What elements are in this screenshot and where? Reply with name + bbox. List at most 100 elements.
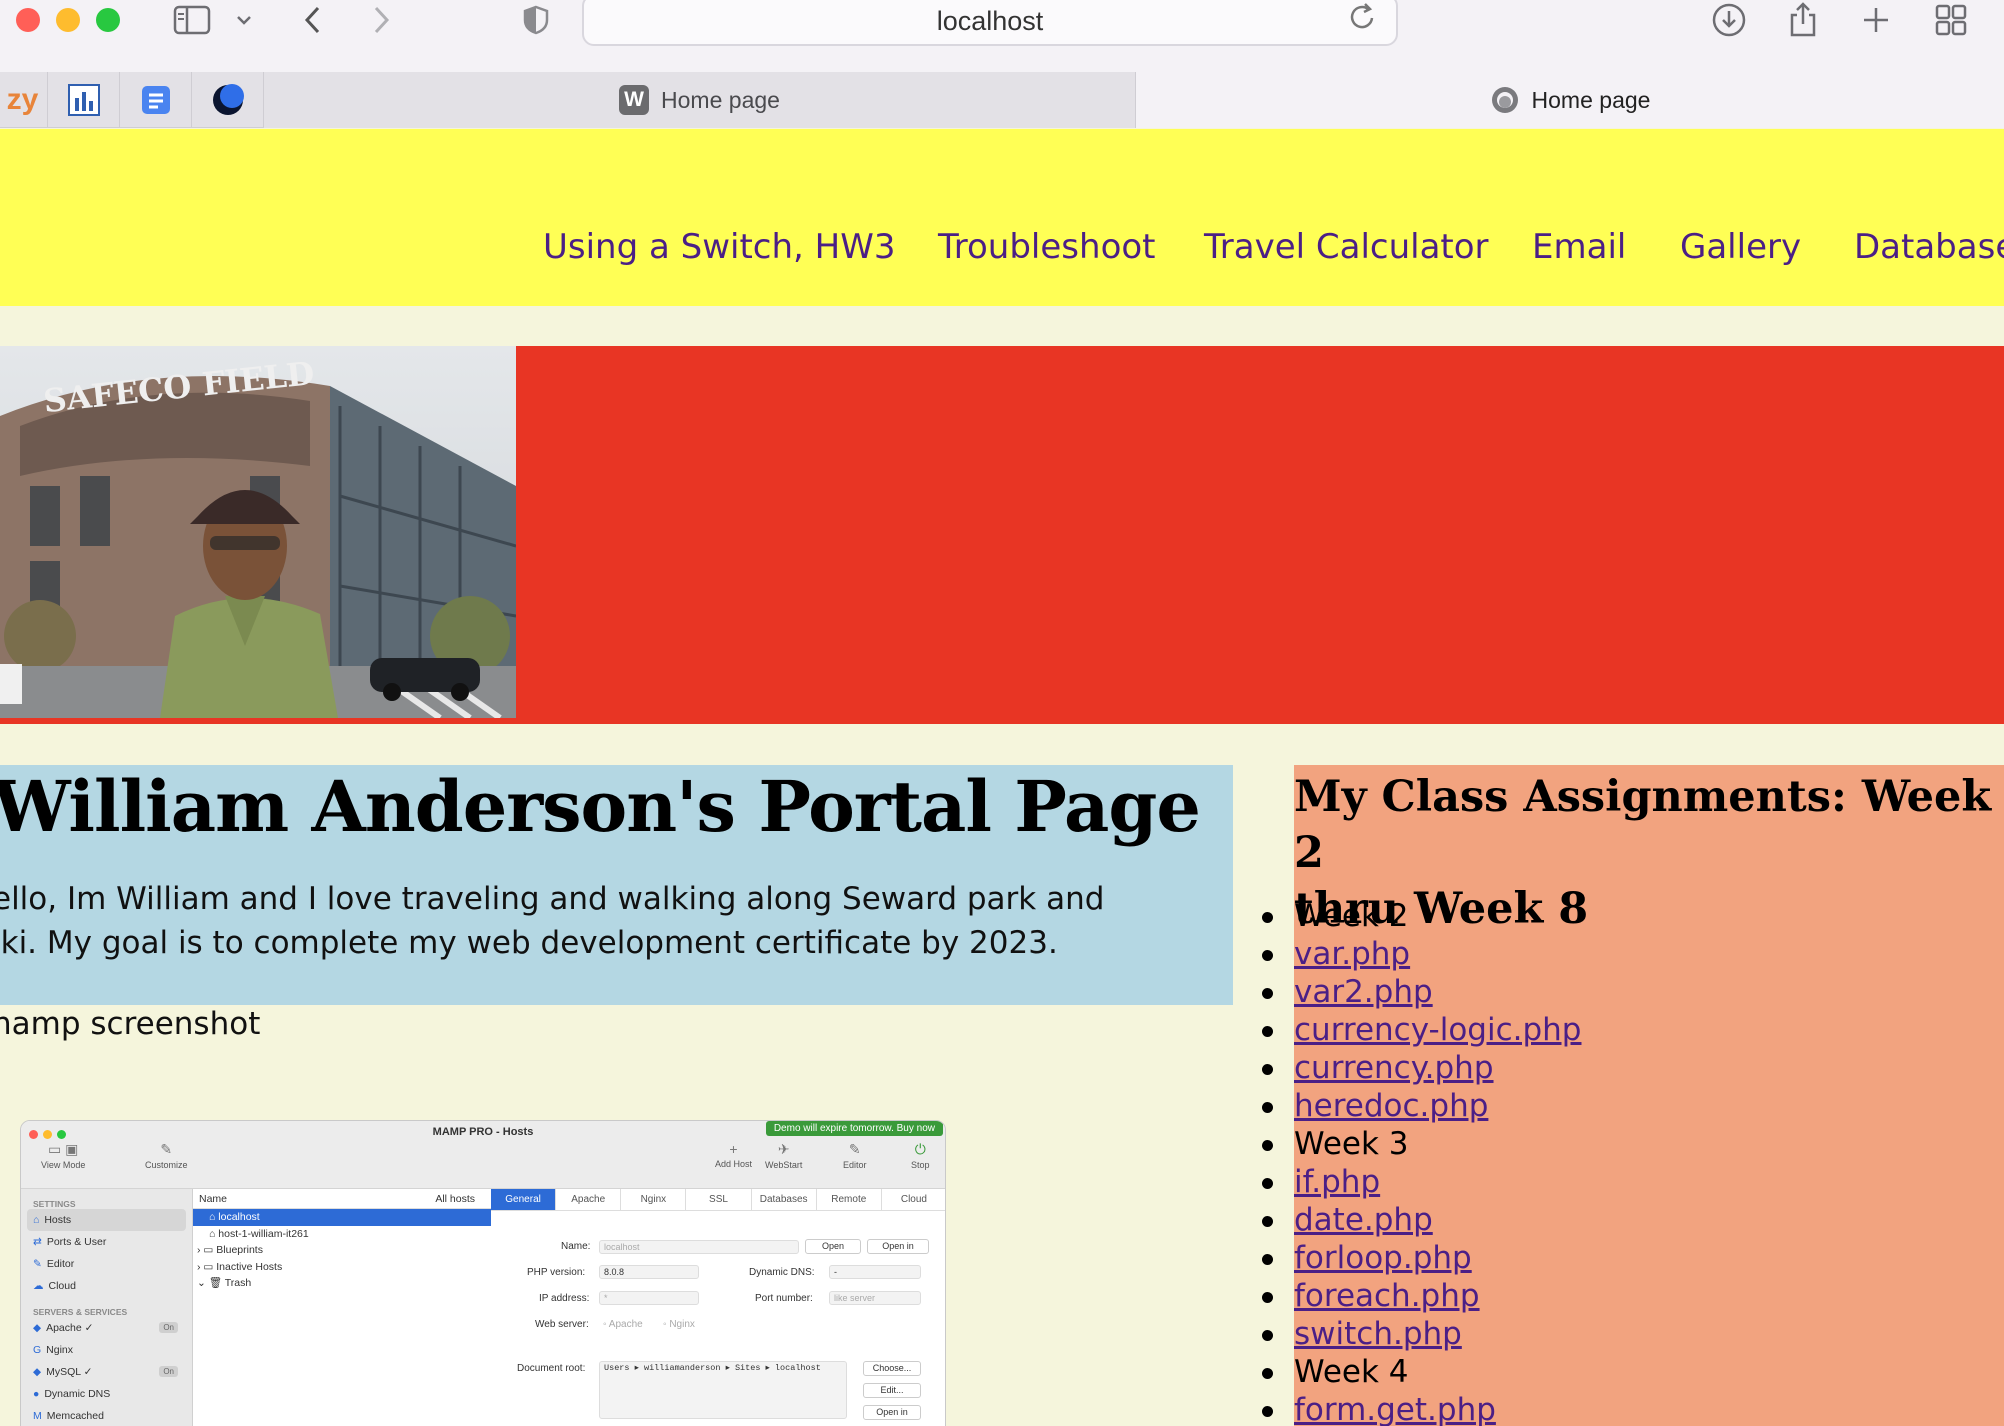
assignment-link-var2[interactable]: var2.php: [1294, 974, 1433, 1010]
assignment-link-heredoc[interactable]: heredoc.php: [1294, 1088, 1488, 1124]
nav-link-email[interactable]: Email: [1532, 227, 1626, 267]
mamp-host-row: ⌄ 🗑 Trash: [197, 1277, 252, 1289]
mamp-host-row: › ▭ Blueprints: [197, 1244, 263, 1256]
week-label: Week 3: [1294, 1126, 1409, 1162]
new-tab-icon[interactable]: [1860, 0, 1892, 40]
globe-favicon-icon: [1491, 87, 1518, 113]
address-bar[interactable]: localhost: [582, 0, 1398, 46]
pinned-tab-docs[interactable]: [120, 72, 192, 128]
list-item: Week 4: [1261, 1353, 1581, 1391]
mamp-radio: ◦ Apache: [603, 1319, 643, 1330]
mamp-tool: + Add Host: [715, 1141, 753, 1169]
nav-link-travel-calculator[interactable]: Travel Calculator: [1204, 227, 1489, 267]
page-title: William Anderson's Portal Page: [0, 765, 1201, 848]
list-item: forloop.php: [1261, 1239, 1581, 1277]
mamp-sidebar: SETTINGS ⌂ Hosts ⇄ Ports & User ✎ Editor ☁ C…: [21, 1189, 193, 1426]
mamp-sidebar-item: M Memcached: [33, 1410, 104, 1422]
mamp-button: Edit...: [863, 1383, 921, 1398]
assignment-link-form-get[interactable]: form.get.php: [1294, 1392, 1496, 1426]
assignment-link-date[interactable]: date.php: [1294, 1202, 1433, 1238]
mamp-field-label: PHP version:: [527, 1267, 586, 1278]
forward-arrow-icon[interactable]: [366, 0, 398, 40]
mamp-tool: ✎ Customize: [145, 1141, 188, 1170]
mamp-sidebar-item: G Nginx: [33, 1344, 74, 1356]
mamp-field-value: localhost: [599, 1240, 799, 1254]
week-label: Week 2: [1294, 898, 1409, 934]
pinned-tab-moon[interactable]: [192, 72, 264, 128]
assignment-link-var[interactable]: var.php: [1294, 936, 1410, 972]
nav-link-database[interactable]: Database: [1854, 227, 2004, 267]
intro-line-2: lki. My goal is to complete my web devel…: [0, 925, 1058, 961]
list-item: heredoc.php: [1261, 1087, 1581, 1125]
tab-title: Home page: [1531, 86, 1651, 113]
assignment-link-forloop[interactable]: forloop.php: [1294, 1240, 1472, 1276]
list-item: foreach.php: [1261, 1277, 1581, 1315]
mamp-titlebar: MAMP PRO - Hosts Demo will expire tomorr…: [21, 1121, 945, 1189]
list-item: Week 2: [1261, 897, 1581, 935]
crescent-favicon-icon: [212, 84, 244, 115]
mamp-host-row: ⌂ localhost: [193, 1209, 491, 1226]
list-item: currency-logic.php: [1261, 1011, 1581, 1049]
mamp-tabs: General Apache Nginx SSL Databases Remote Clou…: [491, 1189, 945, 1211]
site-nav: Using a Switch, HW3 Troubleshoot Travel …: [0, 129, 2004, 306]
list-item: date.php: [1261, 1201, 1581, 1239]
tab-overview-icon[interactable]: [1934, 0, 1968, 40]
pinned-tab-chart[interactable]: [48, 72, 120, 128]
mamp-servers-header: SERVERS & SERVICES: [33, 1307, 128, 1317]
mamp-sidebar-item: ◆ MySQL ✓ On: [21, 1361, 192, 1383]
mamp-tool: ✎ Editor: [843, 1141, 867, 1170]
assignments-heading-line-1: My Class Assignments: Week 2: [1294, 772, 1992, 878]
assignment-link-switch[interactable]: switch.php: [1294, 1316, 1462, 1352]
share-icon[interactable]: [1786, 0, 1820, 40]
url-text: localhost: [936, 6, 1044, 36]
mamp-screenshot: MAMP PRO - Hosts Demo will expire tomorr…: [20, 1120, 946, 1426]
mamp-field-value: like server: [829, 1291, 921, 1305]
assignment-link-if[interactable]: if.php: [1294, 1164, 1380, 1200]
zoom-window-button[interactable]: [96, 8, 120, 32]
mamp-field-label: IP address:: [539, 1293, 590, 1304]
shield-icon[interactable]: [520, 0, 552, 40]
mamp-tool: ⏻ Stop: [911, 1141, 930, 1170]
chart-favicon-icon: [67, 84, 100, 116]
tab-bar: zy W Home page Home page: [0, 72, 2004, 128]
mamp-sidebar-item: ◆ Apache ✓ On: [21, 1317, 192, 1339]
back-arrow-icon[interactable]: [296, 0, 328, 40]
chevron-down-icon[interactable]: [232, 0, 256, 40]
week-label: Week 4: [1294, 1354, 1409, 1390]
nav-link-troubleshoot[interactable]: Troubleshoot: [938, 227, 1156, 267]
mamp-demo-banner: Demo will expire tomorrow. Buy now: [765, 1121, 943, 1136]
list-item: form.get.php: [1261, 1391, 1581, 1426]
mamp-detail-pane: General Apache Nginx SSL Databases Remote Clou…: [491, 1189, 945, 1426]
mamp-host-row: ⌂ host-1-william-it261: [209, 1227, 309, 1240]
mamp-field-value: 8.0.8: [599, 1265, 699, 1279]
pinned-tab-label: zy: [6, 83, 39, 116]
browser-toolbar: localhost: [0, 0, 2004, 72]
mamp-radio: ◦ Nginx: [663, 1319, 695, 1330]
mamp-sidebar-item: ☁ Cloud: [33, 1280, 76, 1292]
nav-link-gallery[interactable]: Gallery: [1680, 227, 1801, 267]
mamp-host-list: Name All hosts ⌂ localhost ⌂ host-1-willi…: [193, 1189, 491, 1426]
mamp-field-label: Port number:: [755, 1293, 813, 1304]
tab-home-page-1[interactable]: W Home page: [264, 72, 1136, 128]
sidebar-toggle-icon[interactable]: [170, 0, 214, 40]
tab-home-page-2[interactable]: Home page: [1136, 72, 2004, 128]
mamp-field-label: Document root:: [517, 1363, 586, 1374]
profile-photo: SAFECO FIELD: [0, 346, 516, 718]
mamp-button: Open in: [863, 1405, 921, 1420]
reload-icon[interactable]: [1348, 0, 1378, 38]
mamp-docroot: Users ▸ williamanderson ▸ Sites ▸ localh…: [599, 1361, 847, 1419]
w-favicon-icon: W: [619, 85, 650, 115]
nav-link-switch[interactable]: Using a Switch, HW3: [543, 227, 895, 267]
mamp-sidebar-item: ⌂ Hosts: [27, 1209, 186, 1231]
list-item: if.php: [1261, 1163, 1581, 1201]
pinned-tab[interactable]: zy: [0, 72, 48, 128]
minimize-window-button[interactable]: [56, 8, 80, 32]
assignment-link-currency[interactable]: currency.php: [1294, 1050, 1494, 1086]
assignment-link-foreach[interactable]: foreach.php: [1294, 1278, 1480, 1314]
close-window-button[interactable]: [16, 8, 40, 32]
intro-section: William Anderson's Portal Page ello, Im …: [0, 765, 1233, 1005]
assignment-link-currency-logic[interactable]: currency-logic.php: [1294, 1012, 1581, 1048]
downloads-icon[interactable]: [1710, 0, 1748, 40]
mamp-tool: ▭ ▣ View Mode: [41, 1141, 86, 1170]
mamp-host-row: › ▭ Inactive Hosts: [197, 1260, 283, 1273]
